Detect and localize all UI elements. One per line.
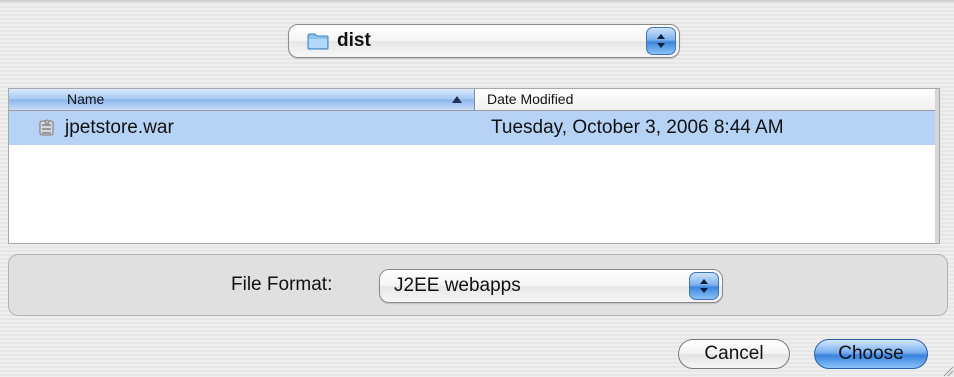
file-format-value: J2EE webapps: [394, 275, 521, 296]
column-header-date-label: Date Modified: [487, 91, 574, 107]
file-format-popup[interactable]: J2EE webapps: [379, 269, 723, 303]
popup-up-arrow-icon: [657, 34, 665, 39]
popup-up-arrow-icon: [700, 279, 708, 284]
sort-ascending-icon: [452, 96, 462, 103]
file-name: jpetstore.war: [65, 117, 174, 138]
vertical-scrollbar[interactable]: [935, 89, 939, 243]
choose-button[interactable]: Choose: [814, 339, 928, 369]
file-format-popup-stepper[interactable]: [689, 272, 719, 300]
open-dialog: dist Name Date Modified jpetstore.war Tu…: [0, 0, 954, 377]
cancel-button[interactable]: Cancel: [678, 339, 790, 369]
location-popup-stepper[interactable]: [646, 27, 676, 55]
column-header: Name Date Modified: [9, 89, 939, 111]
popup-down-arrow-icon: [657, 43, 665, 48]
file-format-row: J2EE webapps: [379, 269, 723, 303]
file-format-panel: File Format: J2EE webapps: [8, 254, 948, 316]
war-file-icon: [39, 119, 54, 136]
column-header-name-label: Name: [67, 91, 105, 107]
popup-down-arrow-icon: [700, 288, 708, 293]
file-date-modified: Tuesday, October 3, 2006 8:44 AM: [491, 117, 784, 138]
column-header-name[interactable]: Name: [9, 89, 475, 110]
file-row[interactable]: jpetstore.war Tuesday, October 3, 2006 8…: [9, 111, 937, 145]
location-row: dist: [288, 24, 680, 58]
location-folder-name: dist: [337, 30, 371, 51]
file-format-label: File Format:: [231, 274, 333, 295]
location-popup[interactable]: dist: [288, 24, 680, 58]
file-browser[interactable]: Name Date Modified jpetstore.war Tuesday…: [8, 88, 940, 244]
column-header-date-modified[interactable]: Date Modified: [475, 89, 937, 110]
folder-icon: [307, 33, 329, 50]
resize-grip-icon[interactable]: [940, 363, 954, 377]
